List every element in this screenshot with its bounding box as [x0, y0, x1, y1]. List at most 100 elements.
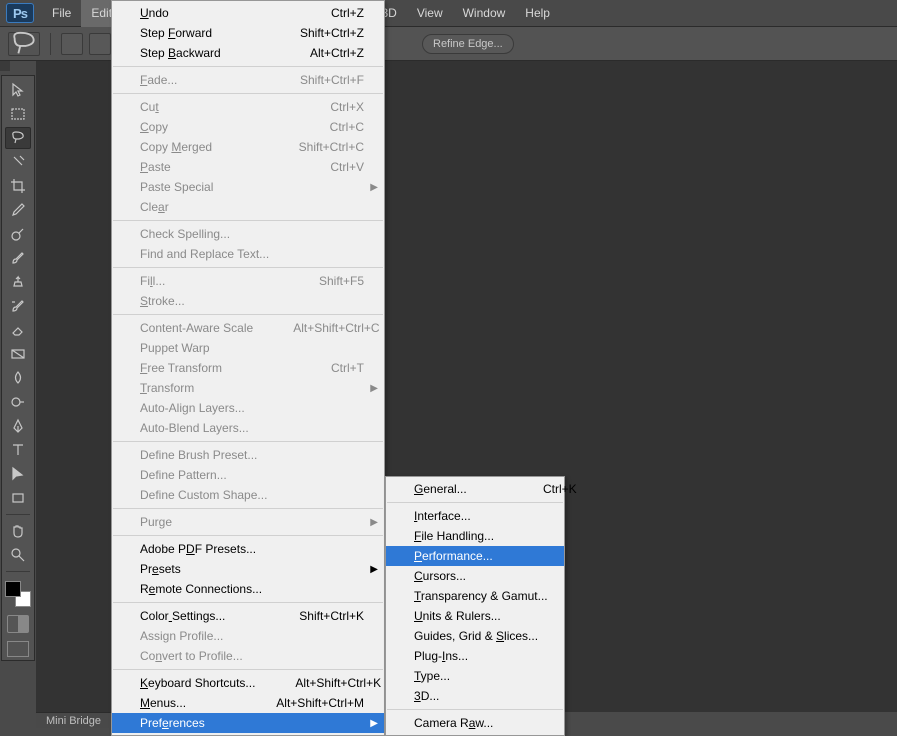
- edit-menu-item-clear: Clear: [112, 197, 384, 217]
- selection-add-button[interactable]: [89, 33, 111, 55]
- brush-tool[interactable]: [5, 247, 31, 269]
- prefs-menu-item-units-rulers[interactable]: Units & Rulers...: [386, 606, 564, 626]
- menu-item-label: Color Settings...: [140, 609, 254, 623]
- menu-item-label: Auto-Align Layers...: [140, 401, 364, 415]
- panel-collapse-tab[interactable]: [0, 61, 10, 71]
- edit-menu-item-stroke: Stroke...: [112, 291, 384, 311]
- refine-edge-button[interactable]: Refine Edge...: [422, 34, 514, 54]
- edit-menu-item-remote-connections[interactable]: Remote Connections...: [112, 579, 384, 599]
- edit-menu-item-free-transform: Free TransformCtrl+T: [112, 358, 384, 378]
- edit-menu-item-preferences[interactable]: Preferences▶: [112, 713, 384, 733]
- quick-selection-tool[interactable]: [5, 151, 31, 173]
- prefs-menu-item-performance[interactable]: Performance...: [386, 546, 564, 566]
- prefs-menu-item-interface[interactable]: Interface...: [386, 506, 564, 526]
- menu-separator: [113, 220, 383, 221]
- edit-menu-item-color-settings[interactable]: Color Settings...Shift+Ctrl+K: [112, 606, 384, 626]
- pen-tool[interactable]: [5, 415, 31, 437]
- prefs-menu-item-plug-ins[interactable]: Plug-Ins...: [386, 646, 564, 666]
- quick-mask-toggle[interactable]: [7, 615, 29, 633]
- chevron-right-icon: ▶: [370, 564, 378, 575]
- menu-separator: [113, 314, 383, 315]
- menu-separator: [387, 502, 563, 503]
- prefs-menu-item-transparency-gamut[interactable]: Transparency & Gamut...: [386, 586, 564, 606]
- edit-menu-item-define-brush-preset: Define Brush Preset...: [112, 445, 384, 465]
- menu-item-label: Fill...: [140, 274, 254, 288]
- prefs-menu-item-file-handling[interactable]: File Handling...: [386, 526, 564, 546]
- menu-item-label: Plug-Ins...: [414, 649, 544, 663]
- foreground-color-swatch[interactable]: [5, 581, 21, 597]
- app-logo: Ps: [6, 3, 34, 23]
- menu-item-label: Puppet Warp: [140, 341, 364, 355]
- edit-menu-item-fade: Fade...Shift+Ctrl+F: [112, 70, 384, 90]
- menu-item-shortcut: Ctrl+C: [294, 120, 364, 134]
- menu-item-shortcut: Ctrl+X: [294, 100, 364, 114]
- edit-menu-item-adobe-pdf-presets[interactable]: Adobe PDF Presets...: [112, 539, 384, 559]
- edit-menu-item-cut: Cut Ctrl+X: [112, 97, 384, 117]
- edit-menu-item-presets[interactable]: Presets▶: [112, 559, 384, 579]
- edit-menu-item-find-and-replace-text: Find and Replace Text...: [112, 244, 384, 264]
- tool-preset-picker[interactable]: [8, 32, 40, 56]
- menu-item-label: Paste Special: [140, 180, 364, 194]
- menu-item-label: Step Forward: [140, 26, 254, 40]
- lasso-tool[interactable]: [5, 127, 31, 149]
- edit-menu-item-undo[interactable]: UndoCtrl+Z: [112, 3, 384, 23]
- crop-tool[interactable]: [5, 175, 31, 197]
- path-selection-tool[interactable]: [5, 463, 31, 485]
- menu-item-label: Free Transform: [140, 361, 254, 375]
- menu-item-label: Transform: [140, 381, 364, 395]
- type-tool[interactable]: [5, 439, 31, 461]
- prefs-menu-item-type[interactable]: Type...: [386, 666, 564, 686]
- lasso-icon: [9, 29, 39, 59]
- menu-separator: [113, 267, 383, 268]
- dodge-tool[interactable]: [5, 391, 31, 413]
- menu-item-label: Menus...: [140, 696, 236, 710]
- menu-item-label: Define Custom Shape...: [140, 488, 364, 502]
- history-brush-tool[interactable]: [5, 295, 31, 317]
- selection-new-button[interactable]: [61, 33, 83, 55]
- zoom-tool[interactable]: [5, 544, 31, 566]
- healing-brush-tool[interactable]: [5, 223, 31, 245]
- hand-tool[interactable]: [5, 520, 31, 542]
- eyedropper-tool[interactable]: [5, 199, 31, 221]
- color-swatches[interactable]: [5, 581, 31, 607]
- prefs-menu-item-cursors[interactable]: Cursors...: [386, 566, 564, 586]
- chevron-right-icon: ▶: [370, 517, 378, 528]
- gradient-tool[interactable]: [5, 343, 31, 365]
- clone-stamp-tool[interactable]: [5, 271, 31, 293]
- menubar-item-view[interactable]: View: [407, 0, 453, 27]
- edit-menu-item-purge: Purge ▶: [112, 512, 384, 532]
- edit-menu-item-step-backward[interactable]: Step BackwardAlt+Ctrl+Z: [112, 43, 384, 63]
- menu-item-shortcut: Alt+Shift+Ctrl+K: [295, 676, 365, 690]
- menubar-item-help[interactable]: Help: [515, 0, 560, 27]
- prefs-menu-item-guides-grid-slices[interactable]: Guides, Grid & Slices...: [386, 626, 564, 646]
- menu-item-label: General...: [414, 482, 467, 496]
- menu-item-label: Purge: [140, 515, 364, 529]
- prefs-menu-item-camera-raw[interactable]: Camera Raw...: [386, 713, 564, 733]
- eraser-tool[interactable]: [5, 319, 31, 341]
- menu-item-shortcut: Shift+Ctrl+Z: [294, 26, 364, 40]
- marquee-tool[interactable]: [5, 103, 31, 125]
- edit-menu-item-puppet-warp: Puppet Warp: [112, 338, 384, 358]
- move-tool[interactable]: [5, 79, 31, 101]
- menu-item-label: Paste: [140, 160, 254, 174]
- edit-menu-item-menus[interactable]: Menus...Alt+Shift+Ctrl+M: [112, 693, 384, 713]
- menu-item-label: Cut: [140, 100, 254, 114]
- menubar-item-file[interactable]: File: [42, 0, 81, 27]
- blur-tool[interactable]: [5, 367, 31, 389]
- edit-menu-item-keyboard-shortcuts[interactable]: Keyboard Shortcuts...Alt+Shift+Ctrl+K: [112, 673, 384, 693]
- edit-menu-item-content-aware-scale: Content-Aware ScaleAlt+Shift+Ctrl+C: [112, 318, 384, 338]
- edit-menu-item-define-custom-shape: Define Custom Shape...: [112, 485, 384, 505]
- menubar-item-window[interactable]: Window: [453, 0, 516, 27]
- screen-mode-button[interactable]: [7, 641, 29, 657]
- prefs-menu-item-general[interactable]: General...Ctrl+K: [386, 479, 564, 499]
- edit-menu-item-step-forward[interactable]: Step Forward Shift+Ctrl+Z: [112, 23, 384, 43]
- preferences-submenu: General...Ctrl+K Interface...File Handlin…: [385, 476, 565, 736]
- chevron-right-icon: ▶: [370, 182, 378, 193]
- menu-item-label: Type...: [414, 669, 544, 683]
- edit-menu-item-auto-align-layers: Auto-Align Layers...: [112, 398, 384, 418]
- menu-item-label: Stroke...: [140, 294, 364, 308]
- menu-separator: [113, 508, 383, 509]
- edit-menu-item-transform: Transform▶: [112, 378, 384, 398]
- shape-tool[interactable]: [5, 487, 31, 509]
- prefs-menu-item-3d[interactable]: 3D...: [386, 686, 564, 706]
